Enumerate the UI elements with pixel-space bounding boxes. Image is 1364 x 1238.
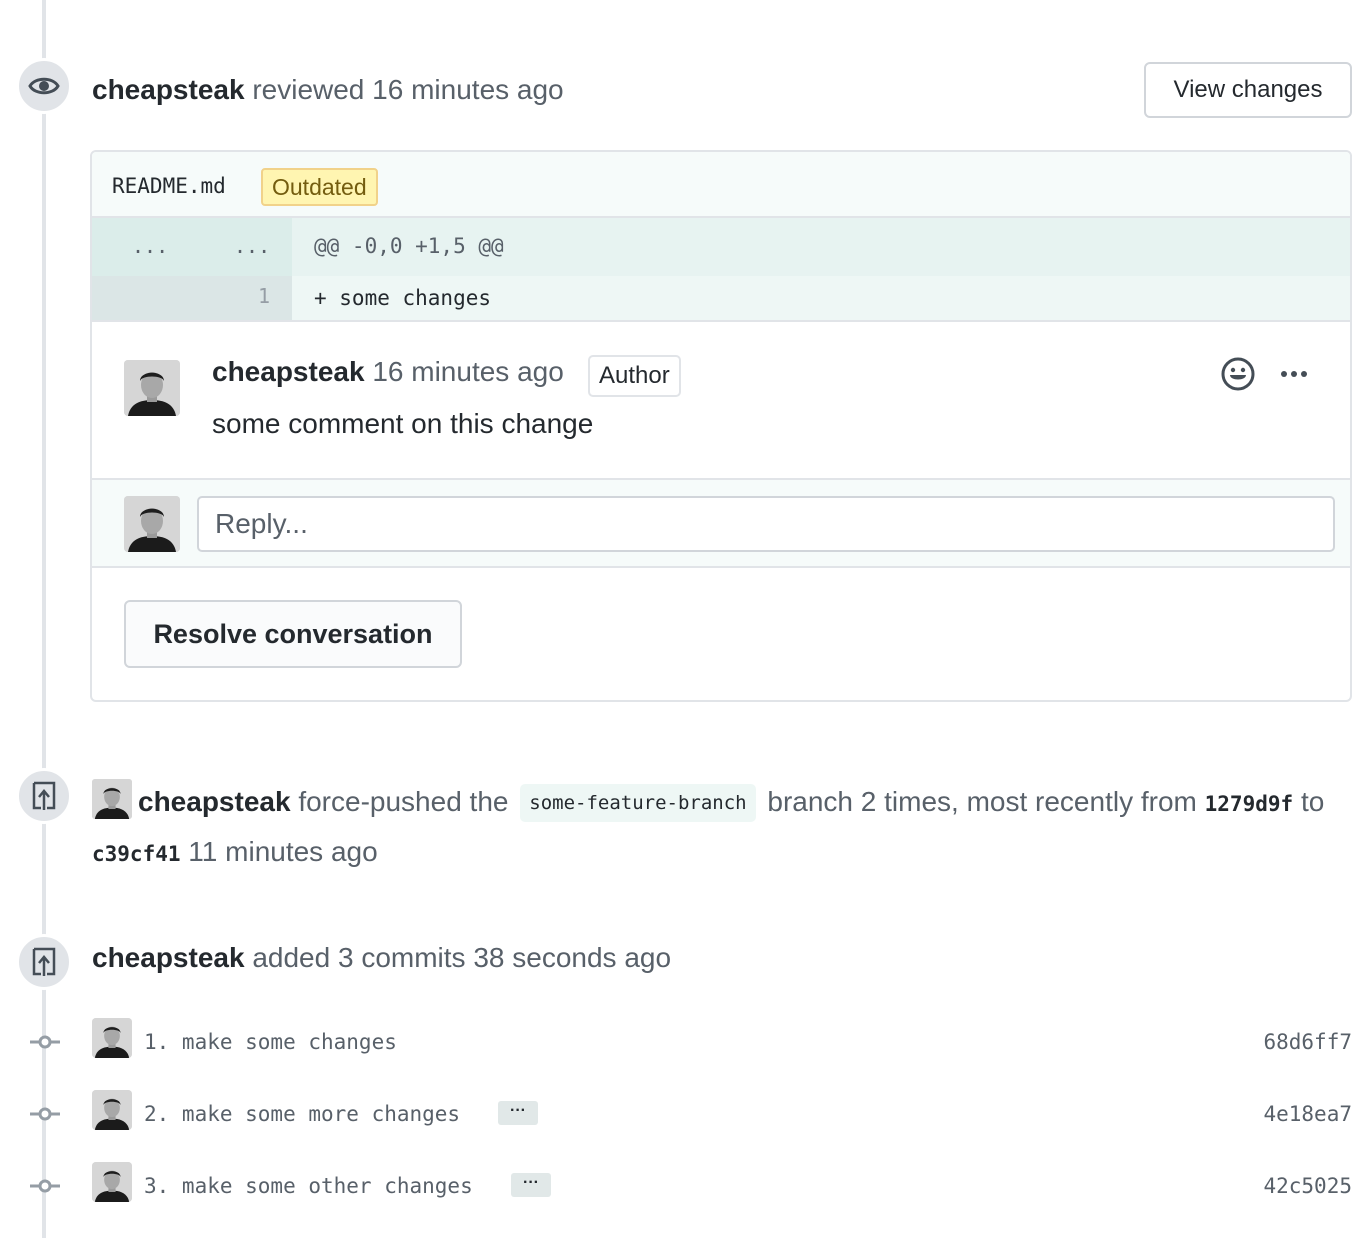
- commit-message-link[interactable]: 3. make some other changes: [144, 1174, 473, 1198]
- hunk-expand-left[interactable]: ...: [132, 234, 168, 258]
- diff-line: 1 + some changes: [92, 276, 1350, 322]
- commits-time[interactable]: 38 seconds ago: [473, 942, 671, 973]
- line-number[interactable]: 1: [258, 284, 270, 308]
- kebab-horizontal-icon: [1281, 371, 1307, 377]
- git-commit-icon: [30, 1179, 60, 1193]
- diff-hunk-row: ... ... @@ -0,0 +1,5 @@: [92, 218, 1350, 276]
- branch-name-link[interactable]: some-feature-branch: [520, 784, 756, 822]
- commits-author-link[interactable]: cheapsteak: [92, 942, 245, 973]
- avatar[interactable]: [124, 360, 180, 416]
- resolve-conversation-button[interactable]: Resolve conversation: [124, 600, 462, 668]
- file-name-link[interactable]: README.md: [112, 174, 226, 198]
- force-push-badge: [16, 768, 72, 824]
- avatar[interactable]: [92, 1162, 132, 1202]
- review-author-link[interactable]: cheapsteak: [92, 74, 245, 105]
- git-commit-icon: [30, 1107, 60, 1121]
- comment-time[interactable]: 16 minutes ago: [372, 356, 563, 387]
- line-gutter: 1: [92, 276, 292, 320]
- review-headline: cheapsteak reviewed 16 minutes ago: [92, 74, 564, 106]
- review-badge: [16, 58, 72, 114]
- expand-commit-body-button[interactable]: ···: [511, 1173, 551, 1197]
- commit-sha-link[interactable]: 68d6ff7: [1263, 1030, 1352, 1054]
- commit-message-link[interactable]: 1. make some changes: [144, 1030, 397, 1054]
- hunk-header: @@ -0,0 +1,5 @@: [314, 234, 504, 258]
- comment-header: cheapsteak 16 minutes ago: [212, 356, 564, 388]
- commits-action: added 3 commits: [252, 942, 466, 973]
- commits-badge: [16, 934, 72, 990]
- review-thread: README.md Outdated ... ... @@ -0,0 +1,5 …: [90, 150, 1352, 702]
- commit-message-link[interactable]: 2. make some more changes: [144, 1102, 460, 1126]
- hunk-expand-right[interactable]: ...: [234, 234, 270, 258]
- code-line: + some changes: [314, 286, 492, 310]
- outdated-label: Outdated: [261, 168, 378, 206]
- avatar[interactable]: [92, 1090, 132, 1130]
- to-sha-link[interactable]: c39cf41: [92, 842, 181, 866]
- commit-sha-link[interactable]: 4e18ea7: [1263, 1102, 1352, 1126]
- force-push-time[interactable]: 11 minutes ago: [188, 836, 377, 867]
- hunk-gutter: ... ...: [92, 218, 292, 276]
- force-push-description: cheapsteak force-pushed the some-feature…: [92, 778, 1352, 878]
- timeline-line: [42, 0, 46, 1238]
- git-commit-icon: [30, 1035, 60, 1049]
- review-action: reviewed: [252, 74, 365, 105]
- avatar[interactable]: [92, 1018, 132, 1058]
- add-reaction-button[interactable]: [1220, 356, 1256, 392]
- to-word: to: [1300, 786, 1325, 817]
- force-push-text-after: branch 2 times, most recently from: [767, 786, 1197, 817]
- comment-author-link[interactable]: cheapsteak: [212, 356, 365, 387]
- repo-push-icon: [32, 947, 56, 976]
- smiley-icon: [1221, 357, 1255, 391]
- comment-options-button[interactable]: [1278, 358, 1310, 390]
- repo-push-icon: [32, 781, 56, 810]
- expand-commit-body-button[interactable]: ···: [498, 1101, 538, 1125]
- avatar: [124, 496, 180, 552]
- commit-sha-link[interactable]: 42c5025: [1263, 1174, 1352, 1198]
- force-push-author-link[interactable]: cheapsteak: [138, 786, 291, 817]
- from-sha-link[interactable]: 1279d9f: [1205, 792, 1294, 816]
- review-time[interactable]: 16 minutes ago: [372, 74, 563, 105]
- view-changes-button[interactable]: View changes: [1144, 62, 1352, 118]
- reply-input[interactable]: [197, 496, 1335, 552]
- reply-row: [92, 478, 1350, 568]
- comment-body: some comment on this change: [212, 408, 594, 439]
- file-header: README.md Outdated: [92, 152, 1350, 218]
- eye-icon: [28, 77, 60, 95]
- author-badge: Author: [588, 355, 681, 397]
- commits-headline: cheapsteak added 3 commits 38 seconds ag…: [92, 942, 671, 974]
- avatar[interactable]: [92, 779, 132, 819]
- force-push-text: force-pushed the: [298, 786, 509, 817]
